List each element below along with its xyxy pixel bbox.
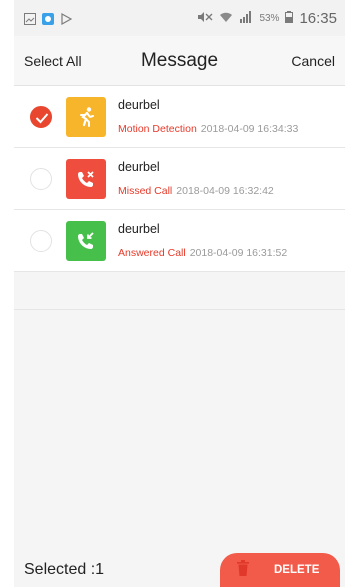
message-list: deurbel Motion Detection 2018-04-09 16:34… bbox=[14, 86, 345, 310]
event-type: Missed Call bbox=[118, 185, 173, 197]
message-row-motion[interactable]: deurbel Motion Detection 2018-04-09 16:34… bbox=[14, 86, 345, 148]
app-notification-icon bbox=[42, 12, 54, 25]
message-meta: Motion Detection 2018-04-09 16:34:33 bbox=[118, 123, 298, 135]
message-row-answered-call[interactable]: deurbel Answered Call 2018-04-09 16:31:52 bbox=[14, 210, 345, 272]
row-checkbox-checked[interactable] bbox=[30, 106, 52, 128]
selected-count: Selected :1 bbox=[24, 561, 105, 578]
select-all-button[interactable]: Select All bbox=[24, 53, 82, 69]
status-time: 16:35 bbox=[299, 10, 337, 27]
list-end-divider bbox=[14, 272, 345, 310]
missed-call-icon bbox=[66, 159, 106, 199]
status-left-icons bbox=[24, 12, 73, 26]
wifi-icon bbox=[219, 11, 233, 26]
trash-icon bbox=[236, 559, 250, 581]
battery-icon bbox=[285, 11, 294, 26]
event-type: Motion Detection bbox=[118, 123, 197, 135]
row-checkbox-unchecked[interactable] bbox=[30, 230, 52, 252]
message-row-missed-call[interactable]: deurbel Missed Call 2018-04-09 16:32:42 bbox=[14, 148, 345, 210]
status-right-icons: 53% 16:35 bbox=[197, 10, 337, 27]
device-name: deurbel bbox=[118, 160, 160, 174]
battery-percent: 53% bbox=[259, 13, 280, 24]
bottom-bar: Selected :1 DELETE bbox=[14, 553, 345, 587]
device-name: deurbel bbox=[118, 98, 160, 112]
delete-button[interactable]: DELETE bbox=[220, 553, 340, 587]
event-timestamp: 2018-04-09 16:32:42 bbox=[176, 185, 274, 197]
answered-call-icon bbox=[66, 221, 106, 261]
status-bar: 53% 16:35 bbox=[14, 0, 345, 36]
event-timestamp: 2018-04-09 16:31:52 bbox=[189, 247, 288, 259]
app-frame: 53% 16:35 Select All Message Cancel deur… bbox=[14, 0, 345, 587]
gallery-notification-icon bbox=[24, 12, 36, 25]
device-name: deurbel bbox=[118, 222, 160, 236]
play-store-notification-icon bbox=[60, 12, 73, 26]
delete-label: DELETE bbox=[274, 564, 320, 576]
cancel-button[interactable]: Cancel bbox=[291, 53, 335, 69]
signal-icon bbox=[239, 11, 253, 26]
message-meta: Answered Call 2018-04-09 16:31:52 bbox=[118, 247, 287, 259]
message-meta: Missed Call 2018-04-09 16:32:42 bbox=[118, 185, 274, 197]
motion-icon bbox=[66, 97, 106, 137]
row-checkbox-unchecked[interactable] bbox=[30, 168, 52, 190]
event-type: Answered Call bbox=[118, 247, 186, 259]
mute-icon bbox=[197, 11, 213, 26]
top-bar: Select All Message Cancel bbox=[14, 36, 345, 86]
event-timestamp: 2018-04-09 16:34:33 bbox=[200, 123, 299, 135]
